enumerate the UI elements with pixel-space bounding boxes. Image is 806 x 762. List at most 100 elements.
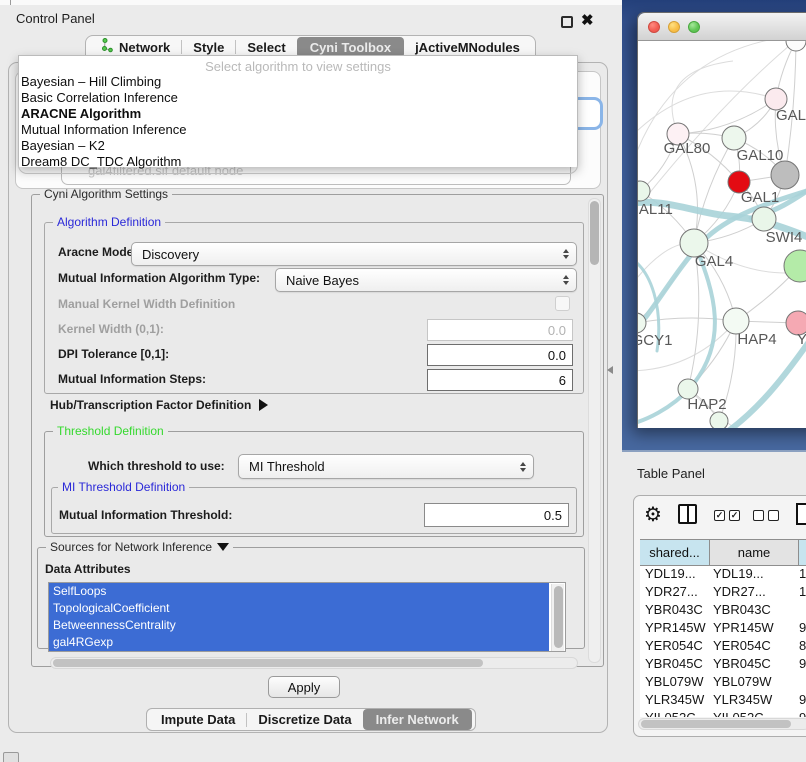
cell-value: 12: [797, 584, 806, 602]
cell-name: YDL19...: [709, 566, 797, 584]
bottom-tab-bar: Impute Data Discretize Data Infer Network: [146, 708, 476, 731]
svg-text:GAL: GAL: [776, 107, 806, 124]
cell-name: YPR145W: [709, 620, 797, 638]
column-header-name[interactable]: name: [710, 540, 799, 565]
table-row[interactable]: YBL079WYBL079W: [640, 674, 806, 692]
table-row[interactable]: YER054CYER054C8.: [640, 638, 806, 656]
manual-kernel-label: Manual Kernel Width Definition: [58, 297, 235, 311]
table-horizontal-scrollbar[interactable]: [638, 718, 806, 730]
float-window-icon[interactable]: [561, 16, 573, 28]
minimize-traffic-icon[interactable]: [668, 21, 680, 33]
table-window: ⚙ ✓✓ shared...nameA YDL19...YDL19...13YD…: [633, 495, 806, 737]
attributes-vertical-scrollbar[interactable]: [551, 584, 564, 652]
network-window-titlebar[interactable]: [638, 13, 806, 41]
cell-shared-name: YBL079W: [640, 674, 709, 692]
table-row[interactable]: YIL052CYIL052C9.: [640, 710, 806, 717]
attribute-item-topologicalcoefficient[interactable]: TopologicalCoefficient: [49, 600, 549, 617]
mi-threshold-field[interactable]: 0.5: [424, 503, 569, 527]
network-view-window[interactable]: GALGAL80GAL10GAL1SWI4GAL11GAL4GCY1HAP4YH…: [637, 12, 806, 428]
table-row[interactable]: YBR045CYBR045C9.: [640, 656, 806, 674]
split-pane-collapse-icon[interactable]: [607, 366, 613, 374]
table-row[interactable]: YLR345WYLR345W9.: [640, 692, 806, 710]
which-threshold-label: Which threshold to use:: [88, 459, 225, 473]
select-all-checks-icon[interactable]: ✓✓: [714, 510, 740, 521]
minimized-window-icon[interactable]: [3, 752, 19, 762]
column-header-a[interactable]: A: [799, 540, 806, 565]
algorithm-item-bayesian-hill-climbing[interactable]: Bayesian – Hill Climbing: [18, 74, 578, 90]
bottom-tab-impute-data[interactable]: Impute Data: [150, 710, 246, 729]
attribute-item-selfloops[interactable]: SelfLoops: [49, 583, 549, 600]
control-panel-title: Control Panel: [16, 11, 95, 26]
bottom-tab-discretize-data-label: Discretize Data: [258, 712, 351, 727]
table-panel-bar: Table Panel: [622, 458, 806, 488]
mi-threshold-definition-group: MI Threshold Definition Mutual Informati…: [51, 487, 577, 534]
algorithm-item-dream8-dc-tdc-algorithm[interactable]: Dream8 DC_TDC Algorithm: [18, 154, 578, 170]
settings-vertical-scrollbar[interactable]: [588, 198, 601, 663]
algorithm-definition-legend: Algorithm Definition: [53, 215, 165, 229]
aracne-mode-value: Discovery: [142, 247, 199, 262]
sources-legend[interactable]: Sources for Network Inference: [46, 540, 233, 554]
mi-type-combo[interactable]: Naive Bayes: [275, 268, 577, 292]
algorithm-placeholder: Select algorithm to view settings: [18, 59, 578, 74]
close-traffic-icon[interactable]: [648, 21, 660, 33]
attr-rows: SelfLoopsTopologicalCoefficientBetweenne…: [49, 583, 565, 651]
which-threshold-combo[interactable]: MI Threshold: [238, 454, 534, 479]
algorithm-dropdown: Select algorithm to view settings Bayesi…: [18, 55, 578, 167]
manual-kernel-checkbox[interactable]: [555, 296, 570, 311]
tab-select[interactable]: Select: [236, 38, 296, 57]
close-icon[interactable]: ✖: [581, 11, 594, 29]
network-svg: GALGAL80GAL10GAL1SWI4GAL11GAL4GCY1HAP4YH…: [638, 41, 806, 428]
tab-jactivemnodules[interactable]: jActiveMNodules: [404, 38, 531, 57]
mi-type-label: Mutual Information Algorithm Type:: [58, 271, 260, 285]
mi-steps-field[interactable]: 6: [427, 369, 573, 391]
bottom-tab-discretize-data[interactable]: Discretize Data: [247, 710, 362, 729]
gear-icon[interactable]: ⚙: [644, 502, 662, 527]
tab-style[interactable]: Style: [182, 38, 235, 57]
dpi-tolerance-field[interactable]: 0.0: [427, 344, 573, 366]
cell-value: 9.: [797, 710, 806, 717]
table-row[interactable]: YPR145WYPR145W9.: [640, 620, 806, 638]
hub-definition-toggle[interactable]: Hub/Transcription Factor Definition: [50, 398, 268, 412]
svg-text:Y: Y: [797, 331, 806, 348]
desktop-background: GALGAL80GAL10GAL1SWI4GAL11GAL4GCY1HAP4YH…: [622, 0, 806, 452]
column-header-shared-[interactable]: shared...: [640, 540, 710, 565]
algorithm-item-bayesian-k2[interactable]: Bayesian – K2: [18, 138, 578, 154]
svg-text:GAL10: GAL10: [737, 147, 784, 164]
algorithm-item-basic-correlation-inference[interactable]: Basic Correlation Inference: [18, 90, 578, 106]
attribute-item-gal4rgexp[interactable]: gal4RGexp: [49, 634, 549, 651]
svg-text:GAL4: GAL4: [695, 253, 733, 270]
algorithm-item-mutual-information-inference[interactable]: Mutual Information Inference: [18, 122, 578, 138]
cell-value: 13: [797, 566, 806, 584]
algorithm-popup-list: Bayesian – Hill ClimbingBasic Correlatio…: [18, 74, 578, 170]
table-row[interactable]: YDR27...YDR27...12: [640, 584, 806, 602]
algorithm-item-aracne-algorithm[interactable]: ARACNE Algorithm: [18, 106, 578, 122]
cell-shared-name: YBR045C: [640, 656, 709, 674]
zoom-traffic-icon[interactable]: [688, 21, 700, 33]
deselect-all-checks-icon[interactable]: [753, 510, 779, 521]
svg-text:GAL11: GAL11: [638, 201, 673, 218]
kernel-width-field[interactable]: 0.0: [427, 319, 573, 341]
table-row[interactable]: YDL19...YDL19...13: [640, 566, 806, 584]
svg-text:GCY1: GCY1: [638, 332, 672, 349]
cell-shared-name: YIL052C: [640, 710, 709, 717]
control-panel-titlebar: Control Panel ✖: [0, 5, 622, 33]
settings-horizontal-scrollbar[interactable]: [50, 657, 578, 669]
attribute-item-betweennesscentrality[interactable]: BetweennessCentrality: [49, 617, 549, 634]
threshold-definition-group: Threshold Definition Which threshold to …: [44, 431, 584, 537]
apply-button[interactable]: Apply: [268, 676, 340, 698]
file-icon[interactable]: [796, 503, 806, 525]
cell-value: 8.: [797, 638, 806, 656]
svg-text:HAP2: HAP2: [687, 396, 726, 413]
bottom-tab-infer-network[interactable]: Infer Network: [363, 709, 472, 730]
data-attributes-list[interactable]: SelfLoopsTopologicalCoefficientBetweenne…: [48, 582, 566, 652]
column-layout-icon[interactable]: [678, 504, 697, 524]
aracne-mode-combo[interactable]: Discovery: [131, 242, 577, 266]
data-attributes-label: Data Attributes: [45, 562, 131, 576]
cell-shared-name: YPR145W: [640, 620, 709, 638]
aracne-mode-label: Aracne Mode:: [58, 245, 137, 259]
cell-name: YLR345W: [709, 692, 797, 710]
cell-shared-name: YBR043C: [640, 602, 709, 620]
svg-text:GAL80: GAL80: [664, 140, 711, 157]
network-canvas[interactable]: GALGAL80GAL10GAL1SWI4GAL11GAL4GCY1HAP4YH…: [638, 41, 806, 428]
table-row[interactable]: YBR043CYBR043C: [640, 602, 806, 620]
